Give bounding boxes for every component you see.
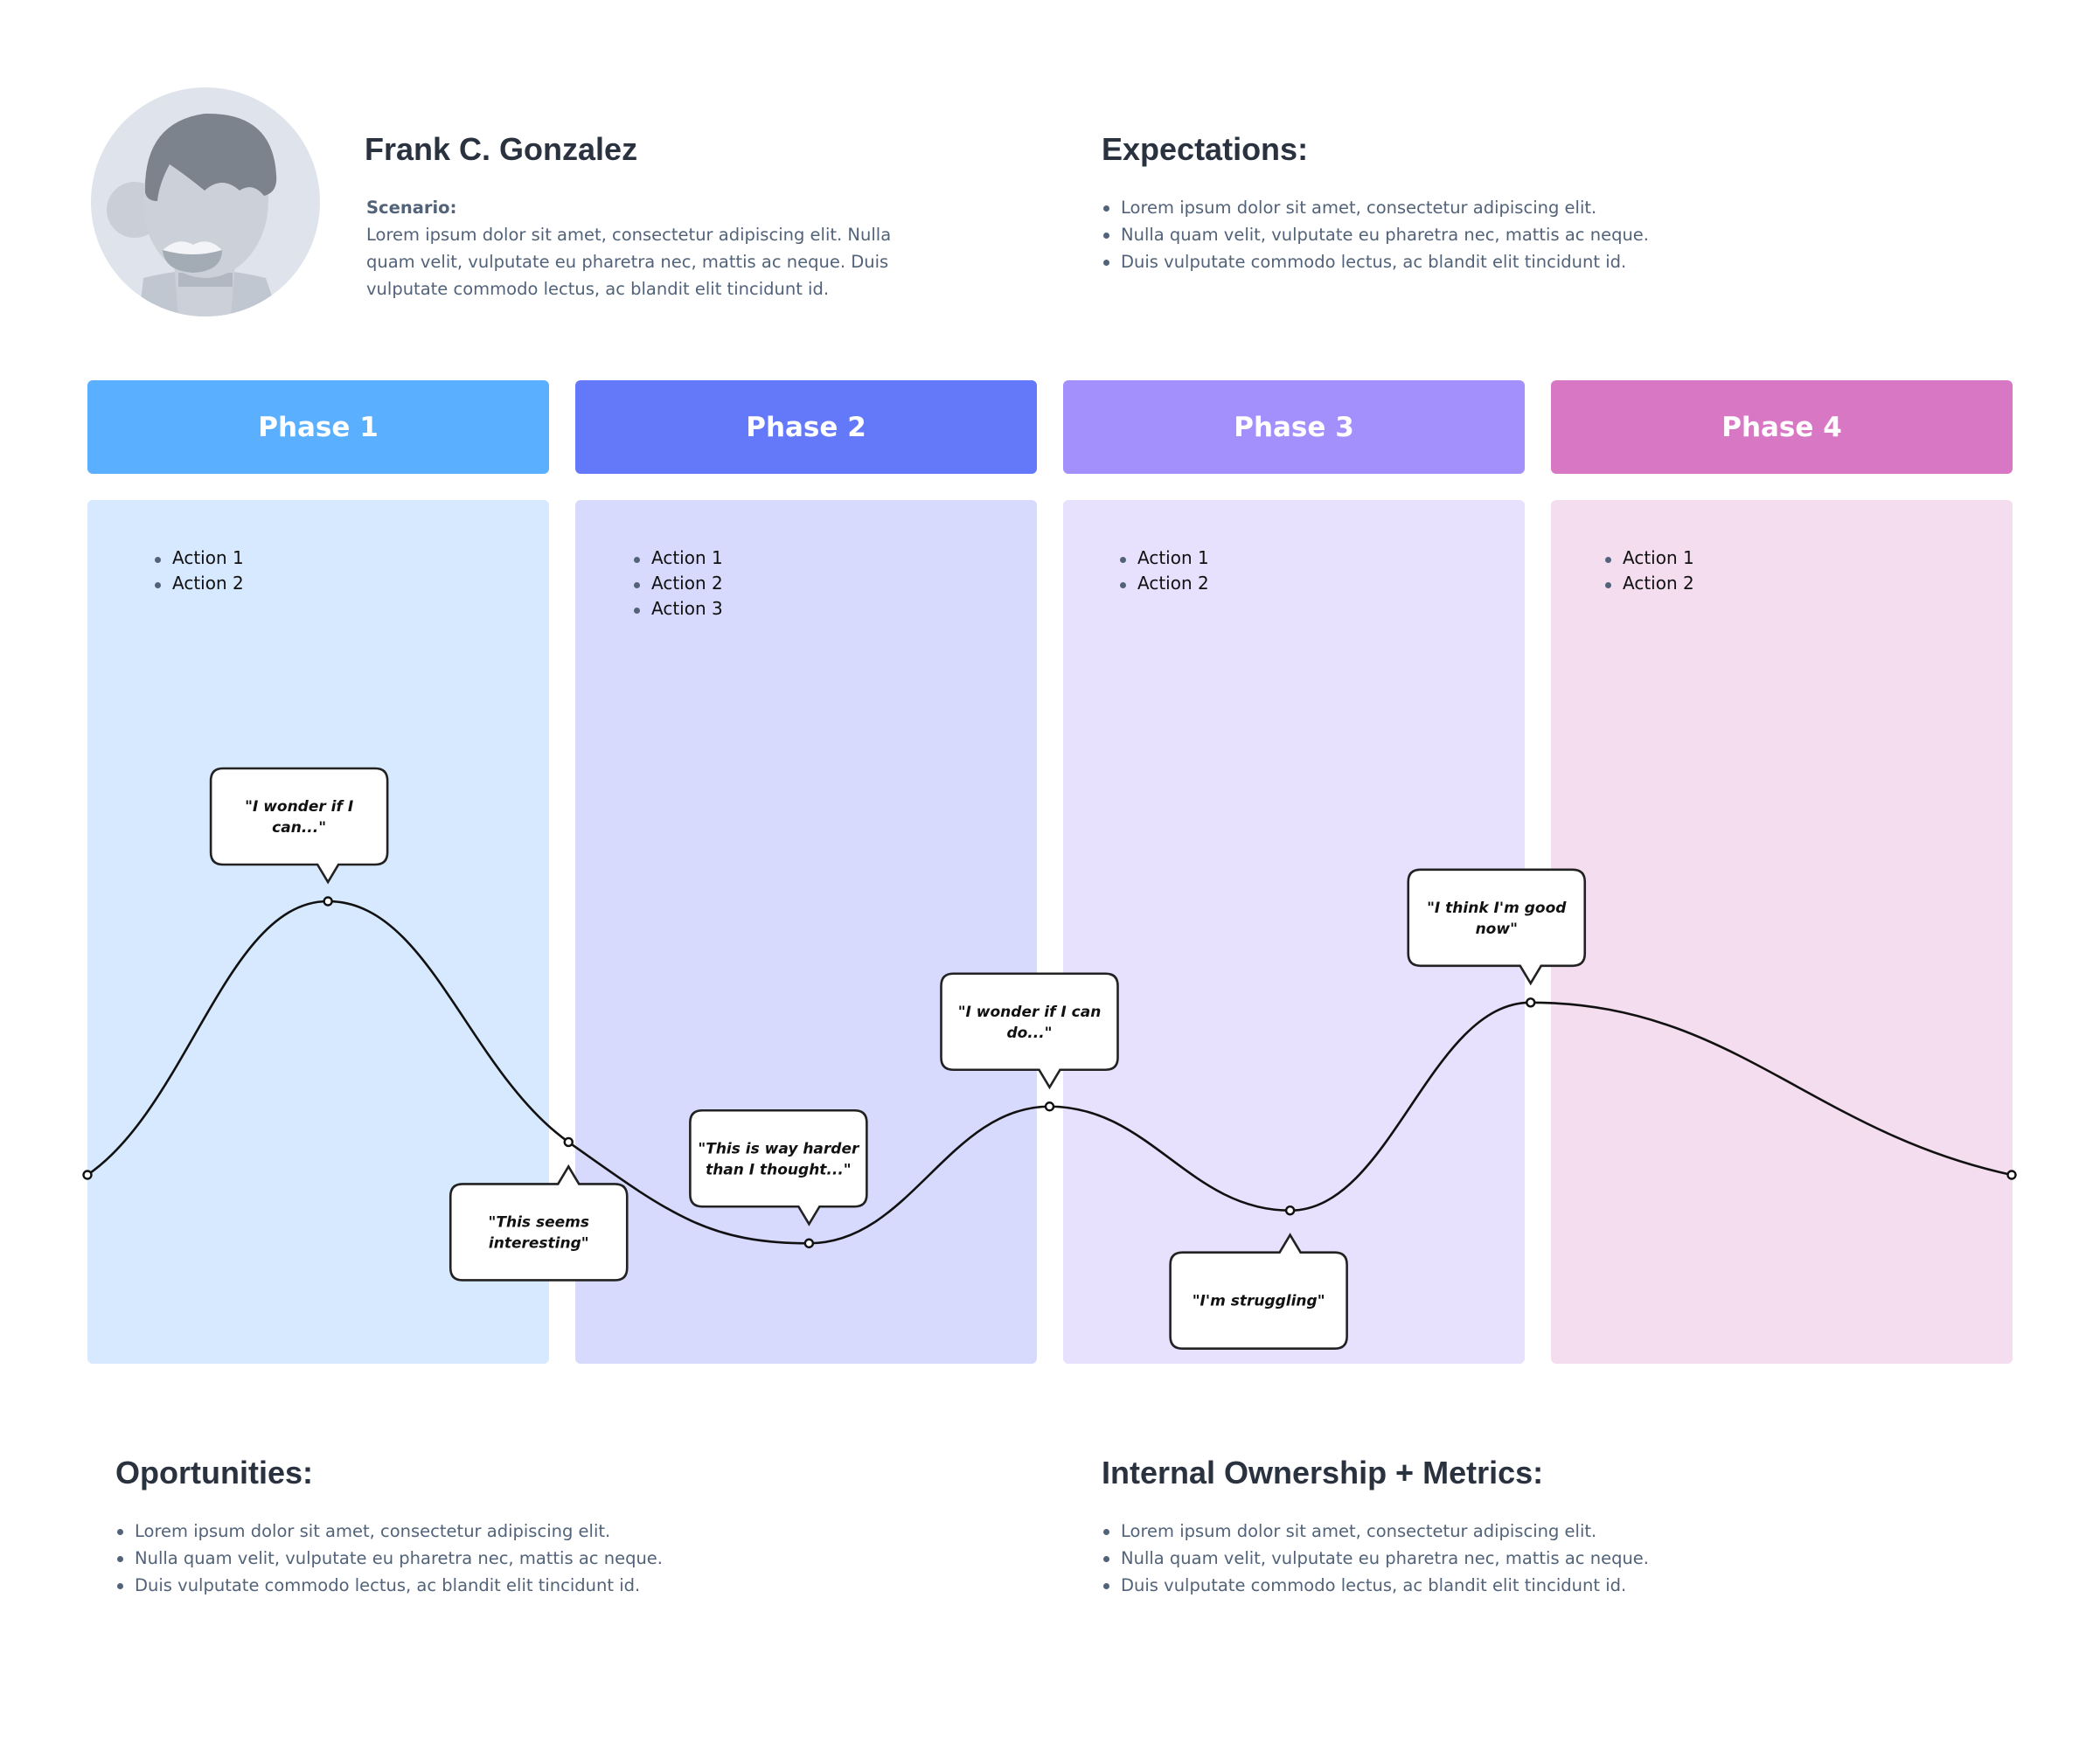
action-item: Action 2 bbox=[153, 571, 244, 596]
opportunity-item: Duis vulputate commodo lectus, ac blandi… bbox=[115, 1572, 663, 1599]
phase-body-3: Action 1 Action 2 bbox=[1063, 500, 1525, 1364]
phase-label: Phase 4 bbox=[1721, 411, 1842, 443]
action-item: Action 1 bbox=[153, 545, 244, 571]
ownership-item: Duis vulputate commodo lectus, ac blandi… bbox=[1102, 1572, 1649, 1599]
journey-point bbox=[1526, 997, 1536, 1008]
action-item: Action 1 bbox=[1118, 545, 1209, 571]
ownership-list: Lorem ipsum dolor sit amet, consectetur … bbox=[1102, 1518, 1649, 1599]
opportunity-item: Nulla quam velit, vulputate eu pharetra … bbox=[115, 1545, 663, 1572]
action-item: Action 2 bbox=[1118, 571, 1209, 596]
persona-scenario: Scenario: Lorem ipsum dolor sit amet, co… bbox=[366, 194, 961, 302]
ownership-item: Lorem ipsum dolor sit amet, consectetur … bbox=[1102, 1518, 1649, 1545]
action-item: Action 2 bbox=[1603, 571, 1694, 596]
expectation-item: Nulla quam velit, vulputate eu pharetra … bbox=[1102, 221, 1649, 248]
phase-header-3[interactable]: Phase 3 bbox=[1063, 380, 1525, 474]
action-item: Action 3 bbox=[632, 596, 723, 622]
phase-label: Phase 3 bbox=[1234, 411, 1354, 443]
ownership-item: Nulla quam velit, vulputate eu pharetra … bbox=[1102, 1545, 1649, 1572]
phase-body-2: Action 1 Action 2 Action 3 bbox=[575, 500, 1037, 1364]
expectation-item: Lorem ipsum dolor sit amet, consectetur … bbox=[1102, 194, 1649, 221]
persona-name: Frank C. Gonzalez bbox=[365, 131, 638, 167]
scenario-line: vulputate commodo lectus, ac blandit eli… bbox=[366, 279, 830, 299]
phase-header-4[interactable]: Phase 4 bbox=[1551, 380, 2013, 474]
expectations-list: Lorem ipsum dolor sit amet, consectetur … bbox=[1102, 194, 1649, 275]
action-item: Action 1 bbox=[1603, 545, 1694, 571]
journey-point bbox=[1044, 1101, 1055, 1112]
phase-body-4: Action 1 Action 2 bbox=[1551, 500, 2013, 1364]
scenario-line: Lorem ipsum dolor sit amet, consectetur … bbox=[366, 225, 892, 245]
phase-header-1[interactable]: Phase 1 bbox=[87, 380, 549, 474]
phase-actions: Action 1 Action 2 Action 3 bbox=[632, 545, 723, 622]
expectations-title: Expectations: bbox=[1102, 131, 1309, 167]
phase-label: Phase 1 bbox=[258, 411, 379, 443]
phase-actions: Action 1 Action 2 bbox=[153, 545, 244, 596]
phase-body-1: Action 1 Action 2 bbox=[87, 500, 549, 1364]
opportunities-list: Lorem ipsum dolor sit amet, consectetur … bbox=[115, 1518, 663, 1599]
phase-label: Phase 2 bbox=[746, 411, 866, 443]
person-avatar-icon bbox=[107, 113, 279, 316]
action-item: Action 2 bbox=[632, 571, 723, 596]
phase-header-2[interactable]: Phase 2 bbox=[575, 380, 1037, 474]
action-item: Action 1 bbox=[632, 545, 723, 571]
opportunity-item: Lorem ipsum dolor sit amet, consectetur … bbox=[115, 1518, 663, 1545]
phase-actions: Action 1 Action 2 bbox=[1603, 545, 1694, 596]
phase-actions: Action 1 Action 2 bbox=[1118, 545, 1209, 596]
scenario-line: quam velit, vulputate eu pharetra nec, m… bbox=[366, 252, 889, 272]
journey-point bbox=[563, 1136, 574, 1148]
persona-avatar bbox=[91, 87, 320, 316]
opportunities-title: Oportunities: bbox=[115, 1455, 313, 1490]
scenario-label: Scenario: bbox=[366, 198, 457, 218]
expectation-item: Duis vulputate commodo lectus, ac blandi… bbox=[1102, 248, 1649, 275]
ownership-title: Internal Ownership + Metrics: bbox=[1102, 1455, 1544, 1490]
